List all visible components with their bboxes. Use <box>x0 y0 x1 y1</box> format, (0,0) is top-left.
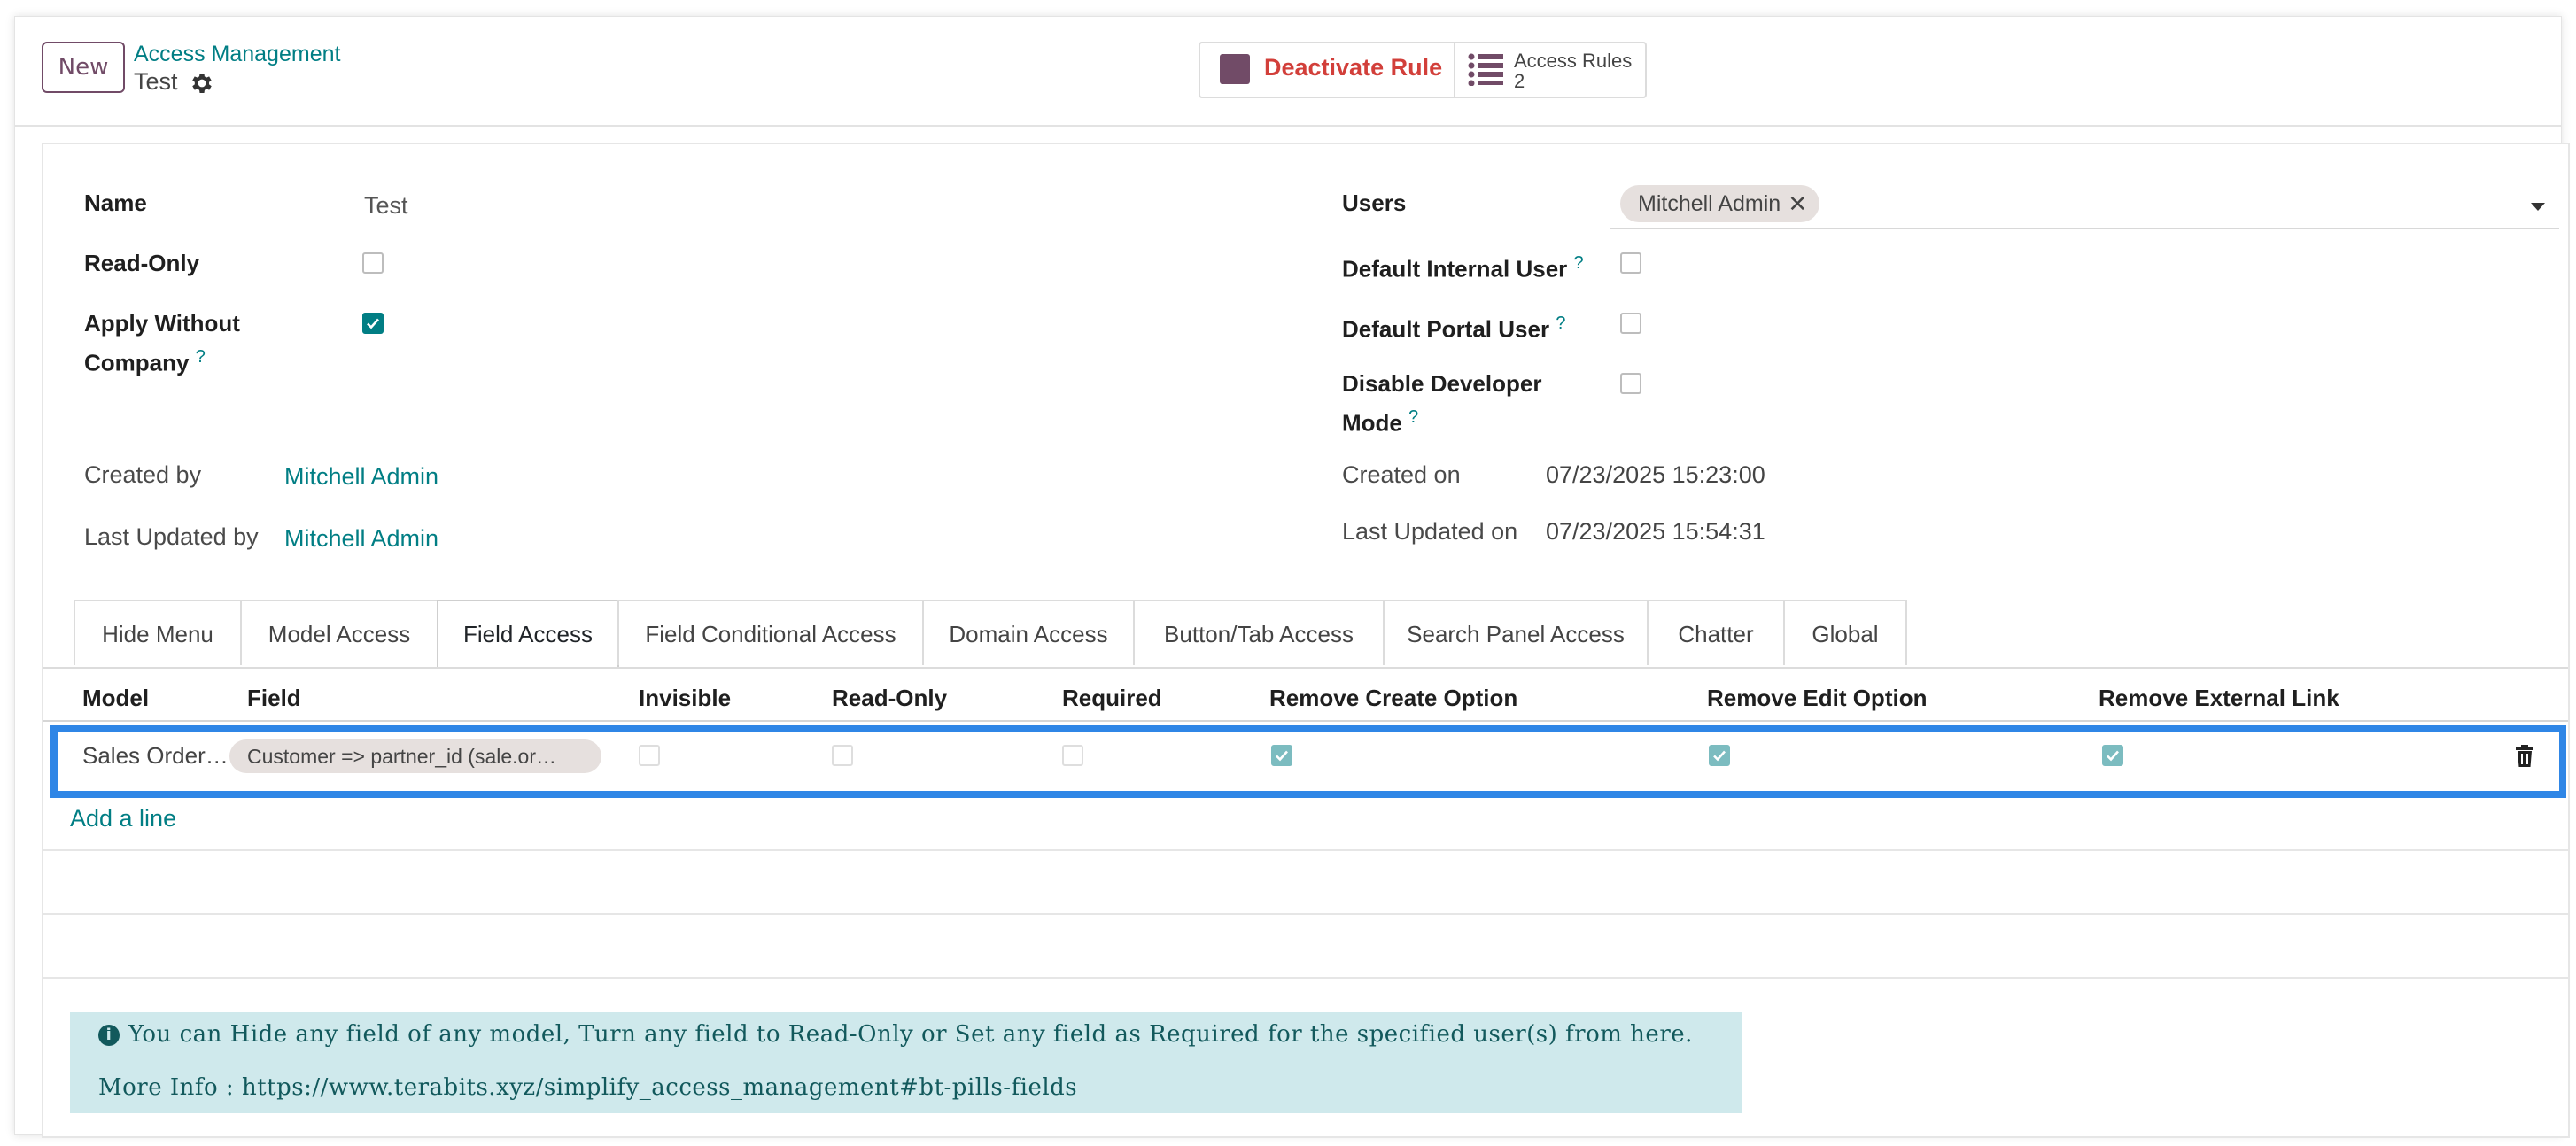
default-portal-user-text: Default Portal User <box>1342 315 1550 343</box>
tab-button-tab-access[interactable]: Button/Tab Access <box>1133 600 1385 665</box>
last-updated-by-label: Last Updated by <box>84 523 259 550</box>
default-internal-user-text: Default Internal User <box>1342 255 1568 283</box>
row-field-tag[interactable]: Customer => partner_id (sale.or… <box>229 739 601 773</box>
chevron-down-icon[interactable] <box>2531 203 2545 211</box>
trash-icon[interactable] <box>2515 745 2534 768</box>
info-message: You can Hide any field of any model, Tur… <box>128 1021 1693 1048</box>
tab-search-panel-access[interactable]: Search Panel Access <box>1383 600 1649 665</box>
deactivate-rule-label: Deactivate Rule <box>1264 54 1443 81</box>
smart-buttons: Deactivate Rule Access Rules 2 <box>1199 42 1647 98</box>
name-label: Name <box>84 190 147 216</box>
created-on-value: 07/23/2025 15:23:00 <box>1546 461 1765 488</box>
row-remove-edit-option-checkbox[interactable] <box>1709 745 1730 766</box>
apply-without-company-label-text: Company <box>84 349 190 376</box>
table-header-divider <box>43 720 2568 722</box>
last-updated-on-value: 07/23/2025 15:54:31 <box>1546 518 1765 545</box>
column-header-invisible[interactable]: Invisible <box>639 676 731 720</box>
help-tooltip-icon[interactable]: ? <box>196 347 206 367</box>
info-more: More Info : https://www.terabits.xyz/sim… <box>98 1074 1077 1101</box>
tab-global[interactable]: Global <box>1783 600 1907 665</box>
last-updated-by-link[interactable]: Mitchell Admin <box>284 525 438 553</box>
user-tag-label: Mitchell Admin <box>1638 191 1781 216</box>
deactivate-rule-button[interactable]: Deactivate Rule <box>1200 43 1455 97</box>
apply-without-company-label-2: Company ? <box>84 339 206 381</box>
tab-hide-menu[interactable]: Hide Menu <box>74 600 242 665</box>
breadcrumb-parent-link[interactable]: Access Management <box>134 42 340 67</box>
remove-tag-icon[interactable]: ✕ <box>1788 185 1807 222</box>
users-label: Users <box>1342 190 1407 216</box>
tab-chatter[interactable]: Chatter <box>1647 600 1785 665</box>
disable-developer-mode-checkbox[interactable] <box>1620 373 1641 394</box>
access-rules-label: Access Rules <box>1514 50 1633 72</box>
gear-icon[interactable] <box>189 70 215 97</box>
row-model-cell[interactable]: Sales Order… <box>82 738 229 773</box>
row-remove-external-link-checkbox[interactable] <box>2102 745 2123 766</box>
column-header-required[interactable]: Required <box>1062 676 1162 720</box>
apply-without-company-checkbox[interactable] <box>362 313 384 334</box>
row-read-only-checkbox[interactable] <box>832 745 853 766</box>
row-remove-create-option-checkbox[interactable] <box>1271 745 1292 766</box>
column-header-remove-external-link[interactable]: Remove External Link <box>2099 676 2339 720</box>
created-by-label: Created by <box>84 461 202 488</box>
disable-developer-mode-label-2: Mode ? <box>1342 399 1418 441</box>
default-portal-user-label: Default Portal User ? <box>1342 306 1565 347</box>
list-icon <box>1468 53 1503 86</box>
info-alert: i You can Hide any field of any model, Tu… <box>70 1012 1742 1113</box>
info-more-prefix: More Info : <box>98 1074 242 1101</box>
empty-row-divider <box>43 849 2568 851</box>
name-field[interactable]: Test <box>364 192 408 220</box>
tab-field-conditional-access[interactable]: Field Conditional Access <box>617 600 924 665</box>
tab-model-access[interactable]: Model Access <box>240 600 438 665</box>
info-more-link[interactable]: https://www.terabits.xyz/simplify_access… <box>242 1074 1077 1101</box>
stop-icon <box>1220 54 1250 84</box>
check-icon <box>1713 750 1726 762</box>
apply-without-company-label: Apply Without <box>84 310 240 337</box>
disable-developer-mode-text: Mode <box>1342 409 1402 437</box>
help-tooltip-icon[interactable]: ? <box>1556 314 1565 333</box>
info-circle-icon: i <box>98 1025 120 1046</box>
form-view: New Access Management Test Deactivate Ru… <box>14 16 2570 1138</box>
access-rules-button[interactable]: Access Rules 2 <box>1455 43 1645 97</box>
add-a-line-link[interactable]: Add a line <box>70 805 176 832</box>
check-icon <box>1276 750 1288 762</box>
check-icon <box>367 318 379 329</box>
tabs-divider <box>43 667 2568 669</box>
default-internal-user-checkbox[interactable] <box>1620 252 1641 274</box>
column-header-field[interactable]: Field <box>247 676 301 720</box>
readonly-label: Read-Only <box>84 250 200 276</box>
tab-domain-access[interactable]: Domain Access <box>922 600 1135 665</box>
created-by-link[interactable]: Mitchell Admin <box>284 463 438 491</box>
users-field-underline <box>1610 228 2559 229</box>
breadcrumb-current: Test <box>134 68 178 95</box>
last-updated-on-label: Last Updated on <box>1342 518 1518 545</box>
info-text: i You can Hide any field of any model, Tu… <box>98 1021 1693 1048</box>
row-required-checkbox[interactable] <box>1062 745 1083 766</box>
column-header-read-only[interactable]: Read-Only <box>832 676 947 720</box>
help-tooltip-icon[interactable]: ? <box>1408 407 1418 427</box>
disable-developer-mode-label: Disable Developer <box>1342 370 1542 397</box>
check-icon <box>2107 750 2119 762</box>
access-rules-count: 2 <box>1514 70 1525 92</box>
tab-field-access[interactable]: Field Access <box>437 600 619 669</box>
row-invisible-checkbox[interactable] <box>639 745 660 766</box>
column-header-remove-edit-option[interactable]: Remove Edit Option <box>1707 676 1927 720</box>
form-sheet: Name Test Read-Only Apply Without Compan… <box>42 143 2570 1138</box>
empty-row-divider <box>43 977 2568 979</box>
created-on-label: Created on <box>1342 461 1461 488</box>
empty-row-divider <box>43 913 2568 915</box>
column-header-remove-create-option[interactable]: Remove Create Option <box>1269 676 1517 720</box>
readonly-checkbox[interactable] <box>362 252 384 274</box>
user-tag: Mitchell Admin ✕ <box>1620 185 1820 222</box>
default-internal-user-label: Default Internal User ? <box>1342 245 1584 287</box>
control-panel: New Access Management Test Deactivate Ru… <box>15 17 2561 127</box>
column-header-model[interactable]: Model <box>82 676 149 720</box>
new-button[interactable]: New <box>42 42 125 93</box>
help-tooltip-icon[interactable]: ? <box>1574 253 1584 273</box>
default-portal-user-checkbox[interactable] <box>1620 313 1641 334</box>
